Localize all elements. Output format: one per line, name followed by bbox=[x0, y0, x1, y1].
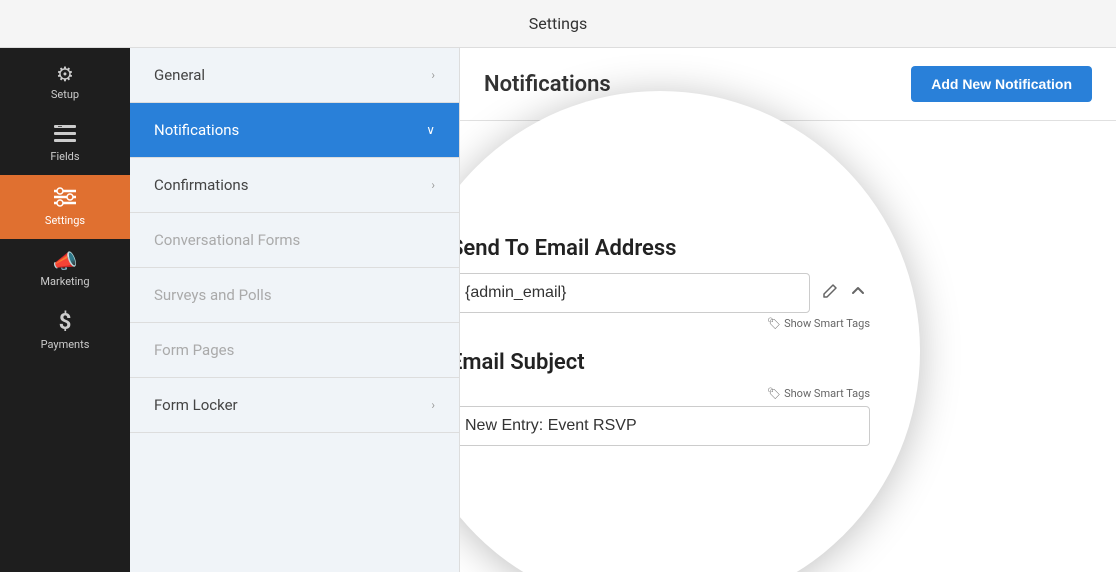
surveys-polls-label: Surveys and Polls bbox=[154, 286, 272, 304]
sidebar-item-fields[interactable]: Fields bbox=[0, 113, 130, 175]
top-bar: Settings bbox=[0, 0, 1116, 48]
notifications-label: Notifications bbox=[154, 121, 239, 139]
sidebar-item-surveys-polls: Surveys and Polls bbox=[130, 268, 459, 323]
sidebar-item-marketing[interactable]: 📣 Marketing bbox=[0, 239, 130, 300]
settings-icon bbox=[54, 187, 76, 210]
sidebar-item-notifications[interactable]: Notifications ∨ bbox=[130, 103, 459, 158]
show-smart-tags-label-2: Show Smart Tags bbox=[784, 387, 870, 400]
content-body: Send To Email Address bbox=[460, 121, 1116, 161]
send-to-email-section: Send To Email Address bbox=[460, 236, 870, 330]
edit-icon-button[interactable] bbox=[818, 279, 842, 308]
sidebar-item-conversational-forms: Conversational Forms bbox=[130, 213, 459, 268]
show-smart-tags-subject: 🏷 Show Smart Tags bbox=[460, 387, 870, 400]
left-nav: ⚙ Setup Fields bbox=[0, 48, 130, 572]
settings-label: Settings bbox=[45, 214, 85, 227]
send-to-email-label: Send To Email Address bbox=[460, 236, 870, 261]
send-to-email-input[interactable] bbox=[460, 273, 810, 313]
content-title: Notifications bbox=[484, 72, 611, 97]
sidebar-item-confirmations[interactable]: Confirmations › bbox=[130, 158, 459, 213]
form-locker-label: Form Locker bbox=[154, 396, 238, 414]
fields-icon bbox=[54, 125, 76, 146]
payments-label: Payments bbox=[41, 338, 90, 351]
setup-icon: ⚙ bbox=[56, 64, 74, 84]
settings-sidebar: General › Notifications ∨ Confirmations … bbox=[130, 48, 460, 572]
send-to-email-input-wrapper bbox=[460, 273, 870, 313]
show-smart-tags-label: Show Smart Tags bbox=[784, 317, 870, 330]
email-subject-input[interactable] bbox=[460, 406, 870, 446]
marketing-label: Marketing bbox=[40, 275, 89, 288]
add-notification-button[interactable]: Add New Notification bbox=[911, 66, 1092, 102]
confirmations-label: Confirmations bbox=[154, 176, 248, 194]
content-area: Notifications Add New Notification Send … bbox=[460, 48, 1116, 572]
sidebar-item-setup[interactable]: ⚙ Setup bbox=[0, 52, 130, 113]
sidebar-item-payments[interactable]: $ Payments bbox=[0, 300, 130, 363]
conversational-forms-label: Conversational Forms bbox=[154, 231, 300, 249]
fields-label: Fields bbox=[50, 150, 79, 163]
marketing-icon: 📣 bbox=[53, 251, 78, 271]
smart-tag-icon-2: 🏷 bbox=[767, 387, 781, 400]
email-subject-label: Email Subject bbox=[460, 350, 870, 375]
sidebar-item-settings[interactable]: Settings bbox=[0, 175, 130, 239]
page-title: Settings bbox=[529, 14, 587, 33]
content-header: Notifications Add New Notification bbox=[460, 48, 1116, 121]
payments-icon: $ bbox=[59, 312, 72, 334]
chevron-right-icon-2: › bbox=[431, 178, 435, 192]
main-layout: ⚙ Setup Fields bbox=[0, 48, 1116, 572]
chevron-right-icon: › bbox=[431, 68, 435, 82]
general-label: General bbox=[154, 66, 205, 84]
sidebar-item-form-locker[interactable]: Form Locker › bbox=[130, 378, 459, 433]
sidebar-item-form-pages: Form Pages bbox=[130, 323, 459, 378]
show-smart-tags-send-to: 🏷 Show Smart Tags bbox=[460, 317, 870, 330]
setup-label: Setup bbox=[51, 88, 79, 101]
chevron-right-icon-3: › bbox=[431, 398, 435, 412]
email-subject-section: Email Subject 🏷 Show Smart Tags bbox=[460, 350, 870, 446]
smart-tag-icon: 🏷 bbox=[767, 317, 781, 330]
form-pages-label: Form Pages bbox=[154, 341, 234, 359]
chevron-down-icon: ∨ bbox=[426, 123, 435, 137]
spotlight-overlay: Send To Email Address bbox=[460, 91, 920, 572]
sidebar-item-general[interactable]: General › bbox=[130, 48, 459, 103]
send-to-email-actions bbox=[818, 279, 870, 308]
collapse-icon-button[interactable] bbox=[846, 279, 870, 308]
